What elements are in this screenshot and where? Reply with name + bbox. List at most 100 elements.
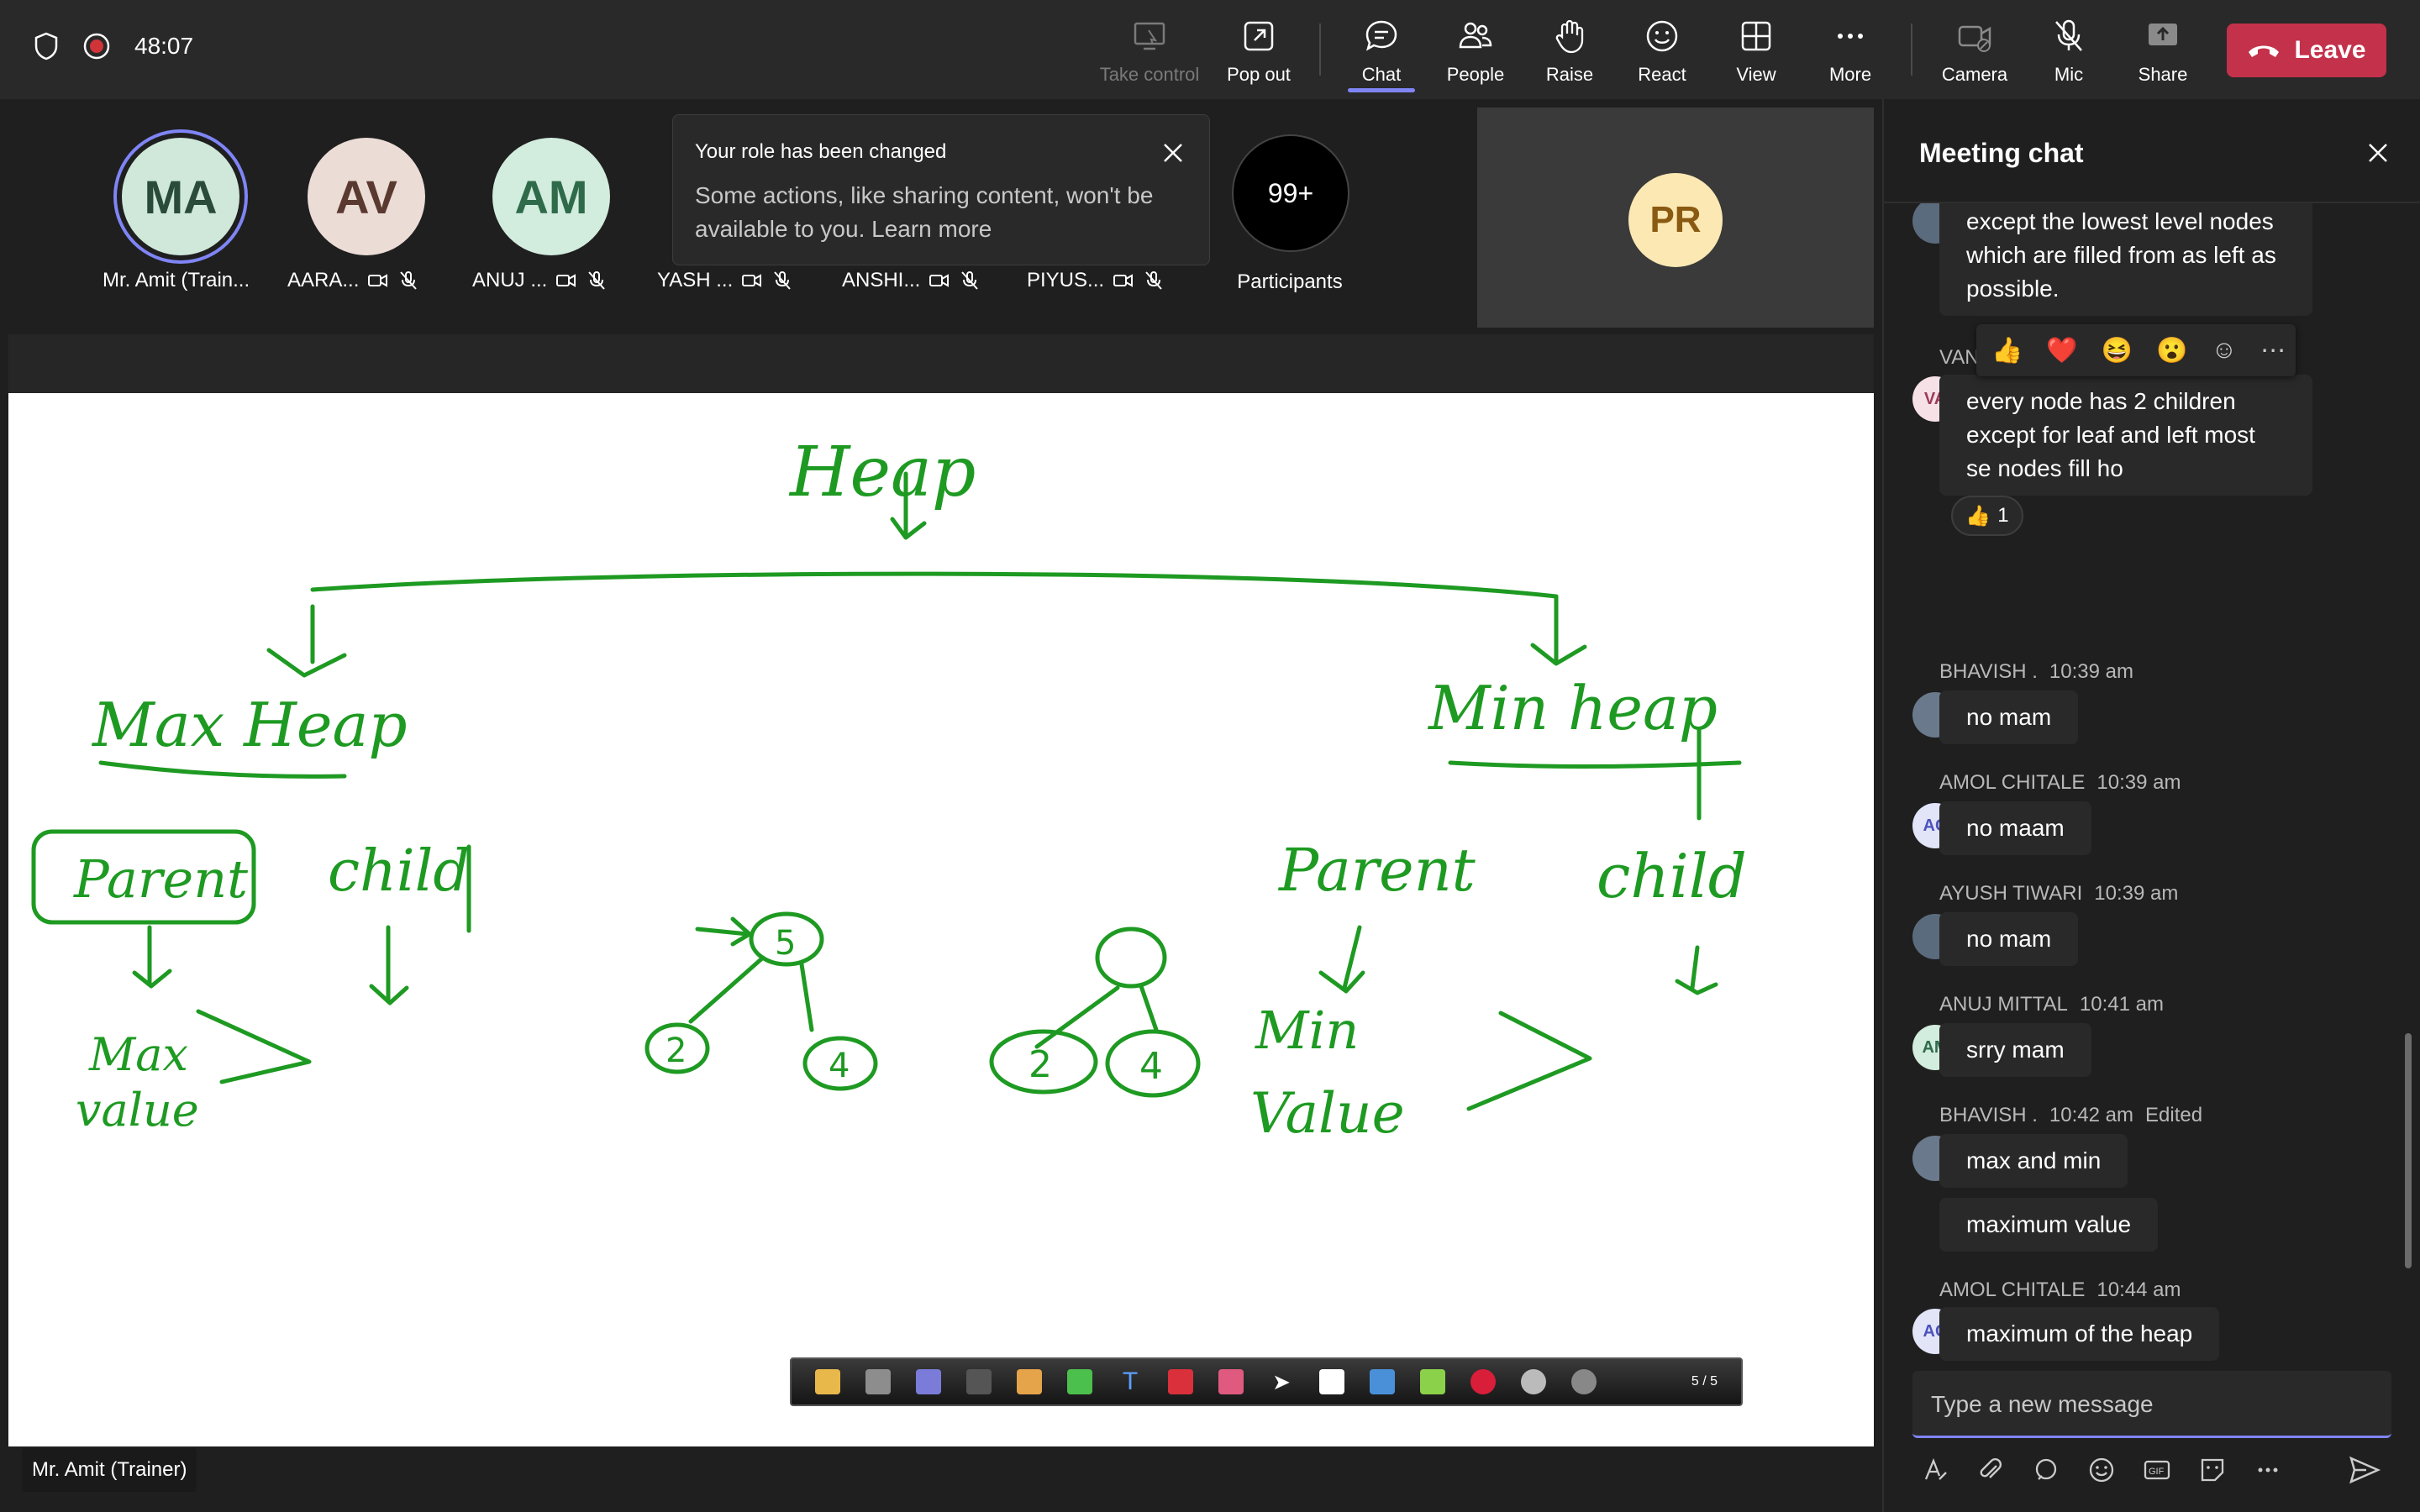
message-sender: AYUSH TIWARI 10:39 am xyxy=(1939,882,2179,905)
camera-button[interactable]: Camera xyxy=(1924,17,2025,89)
message-sender: BHAVISH . 10:42 am Edited xyxy=(1939,1104,2203,1126)
chat-message[interactable]: no mam xyxy=(1939,912,2079,966)
recording-icon xyxy=(83,33,110,60)
composer-toolbar: GIF xyxy=(1921,1450,2391,1490)
webcam-icon[interactable] xyxy=(1521,1369,1546,1394)
chat-icon xyxy=(1365,20,1397,51)
mic-button[interactable]: Mic xyxy=(2018,17,2119,89)
save-icon[interactable] xyxy=(865,1369,891,1394)
whiteboard-icon[interactable] xyxy=(1420,1369,1445,1394)
screen-icon[interactable] xyxy=(1319,1369,1344,1394)
parent-left-label: Parent xyxy=(73,848,248,910)
close-icon[interactable] xyxy=(1160,140,1186,165)
meeting-status: 48:07 xyxy=(34,32,193,60)
heart-icon[interactable]: ❤️ xyxy=(2046,336,2077,365)
record-icon[interactable] xyxy=(1470,1369,1496,1394)
participant-avatar[interactable]: MA xyxy=(122,138,239,255)
thumbs-up-icon[interactable]: 👍 xyxy=(1991,336,2023,365)
chat-message[interactable]: every node has 2 children except for lea… xyxy=(1939,375,2312,496)
participant-name: ANSHI... xyxy=(842,269,981,292)
role-changed-notification: Your role has been changed Some actions,… xyxy=(672,114,1210,265)
participant-count-button[interactable]: 99+ xyxy=(1232,134,1349,252)
notification-body[interactable]: Some actions, like sharing content, won'… xyxy=(695,179,1191,246)
raise-hand-button[interactable]: Raise xyxy=(1519,17,1620,89)
shapes-icon[interactable] xyxy=(1168,1369,1193,1394)
surprised-icon[interactable]: 😮 xyxy=(2156,336,2187,365)
toolbar-divider xyxy=(1911,24,1912,76)
pop-out-button[interactable]: Pop out xyxy=(1208,17,1309,89)
text-tool-icon[interactable]: T xyxy=(1118,1369,1143,1394)
share-button[interactable]: Share xyxy=(2112,17,2213,89)
camera-off-icon xyxy=(929,274,950,287)
pencil-icon[interactable] xyxy=(1017,1369,1042,1394)
hammer-icon[interactable] xyxy=(1370,1369,1395,1394)
chat-header: Meeting chat xyxy=(1884,99,2420,203)
chat-message[interactable]: no mam xyxy=(1939,690,2079,744)
loop-icon[interactable] xyxy=(2032,1456,2060,1484)
view-button[interactable]: View xyxy=(1706,17,1807,89)
presenter-name-tag: Mr. Amit (Trainer) xyxy=(22,1448,197,1492)
tree-node: 5 xyxy=(775,924,796,963)
more-button[interactable]: More xyxy=(1800,17,1901,89)
notification-title: Your role has been changed xyxy=(695,140,947,163)
pop-out-icon xyxy=(1244,21,1274,51)
close-icon[interactable] xyxy=(2365,139,2391,166)
people-button[interactable]: People xyxy=(1425,17,1526,89)
participant-avatar[interactable]: AV xyxy=(308,138,425,255)
share-screen-icon xyxy=(2149,24,2177,45)
mic-off-icon xyxy=(400,271,418,290)
message-sender: VAN xyxy=(1939,346,1980,369)
min-heap-label: Min heap xyxy=(1427,673,1718,743)
laugh-icon[interactable]: 😆 xyxy=(2102,336,2133,365)
add-reaction-icon[interactable]: ☺ xyxy=(2211,336,2237,365)
participant-name: ANUJ ... xyxy=(472,269,608,292)
chat-message[interactable]: maximum value xyxy=(1939,1198,2159,1252)
chat-title: Meeting chat xyxy=(1919,138,2084,168)
leave-button[interactable]: Leave xyxy=(2227,24,2386,77)
settings-gear-icon[interactable] xyxy=(1571,1369,1597,1394)
board-icon[interactable] xyxy=(916,1369,941,1394)
gif-icon[interactable]: GIF xyxy=(2143,1456,2171,1484)
cursor-icon[interactable]: ➤ xyxy=(1269,1369,1294,1394)
attach-icon[interactable] xyxy=(1976,1456,2005,1484)
hang-up-icon xyxy=(2249,45,2280,57)
chat-message[interactable]: maximum of the heap xyxy=(1939,1307,2220,1361)
max-label: Max xyxy=(88,1028,188,1081)
participant-avatar: PR xyxy=(1628,173,1723,267)
participant-name: AARA... xyxy=(287,269,419,292)
whiteboard-drawing: Heap Max Heap Min heap Parent child Max … xyxy=(31,433,1747,1146)
chat-message[interactable]: max and min xyxy=(1939,1134,2128,1188)
highlighter-icon[interactable] xyxy=(1067,1369,1092,1394)
chat-message[interactable]: no maam xyxy=(1939,801,2091,855)
min-label: Min xyxy=(1255,1000,1359,1061)
tree-node: 4 xyxy=(1139,1045,1163,1088)
hand-icon xyxy=(1555,19,1584,54)
message-input[interactable] xyxy=(1931,1386,2368,1423)
format-icon[interactable] xyxy=(1921,1456,1949,1484)
pointer-icon[interactable] xyxy=(815,1369,840,1394)
mic-off-icon xyxy=(774,271,791,290)
send-icon[interactable] xyxy=(2348,1453,2381,1487)
camera-off-icon xyxy=(368,274,388,287)
take-control-button[interactable]: Take control xyxy=(1099,17,1200,89)
chat-button[interactable]: Chat xyxy=(1331,17,1432,92)
reaction-count-chip[interactable]: 👍 1 xyxy=(1951,496,2023,536)
parent-right-label: Parent xyxy=(1277,836,1476,905)
chat-scrollbar[interactable] xyxy=(2405,1033,2412,1268)
more-dots-icon xyxy=(1838,34,1863,39)
participant-avatar[interactable]: AM xyxy=(492,138,610,255)
emoji-icon[interactable] xyxy=(2087,1456,2116,1484)
page-indicator: 5 / 5 xyxy=(1691,1374,1718,1389)
stage-footer xyxy=(0,1446,1882,1512)
more-options-icon[interactable]: ⋯ xyxy=(2260,336,2286,365)
chat-message[interactable]: srry mam xyxy=(1939,1023,2091,1077)
message-composer[interactable] xyxy=(1912,1371,2391,1438)
react-button[interactable]: React xyxy=(1612,17,1712,89)
child-left-label: child xyxy=(328,838,470,905)
chat-message[interactable]: except the lowest level nodes which are … xyxy=(1939,203,2312,316)
svg-text:GIF: GIF xyxy=(2149,1467,2165,1477)
eraser-board-icon[interactable] xyxy=(966,1369,992,1394)
eraser-icon[interactable] xyxy=(1218,1369,1244,1394)
more-dots-icon[interactable] xyxy=(2254,1456,2282,1484)
sticker-icon[interactable] xyxy=(2198,1456,2227,1484)
